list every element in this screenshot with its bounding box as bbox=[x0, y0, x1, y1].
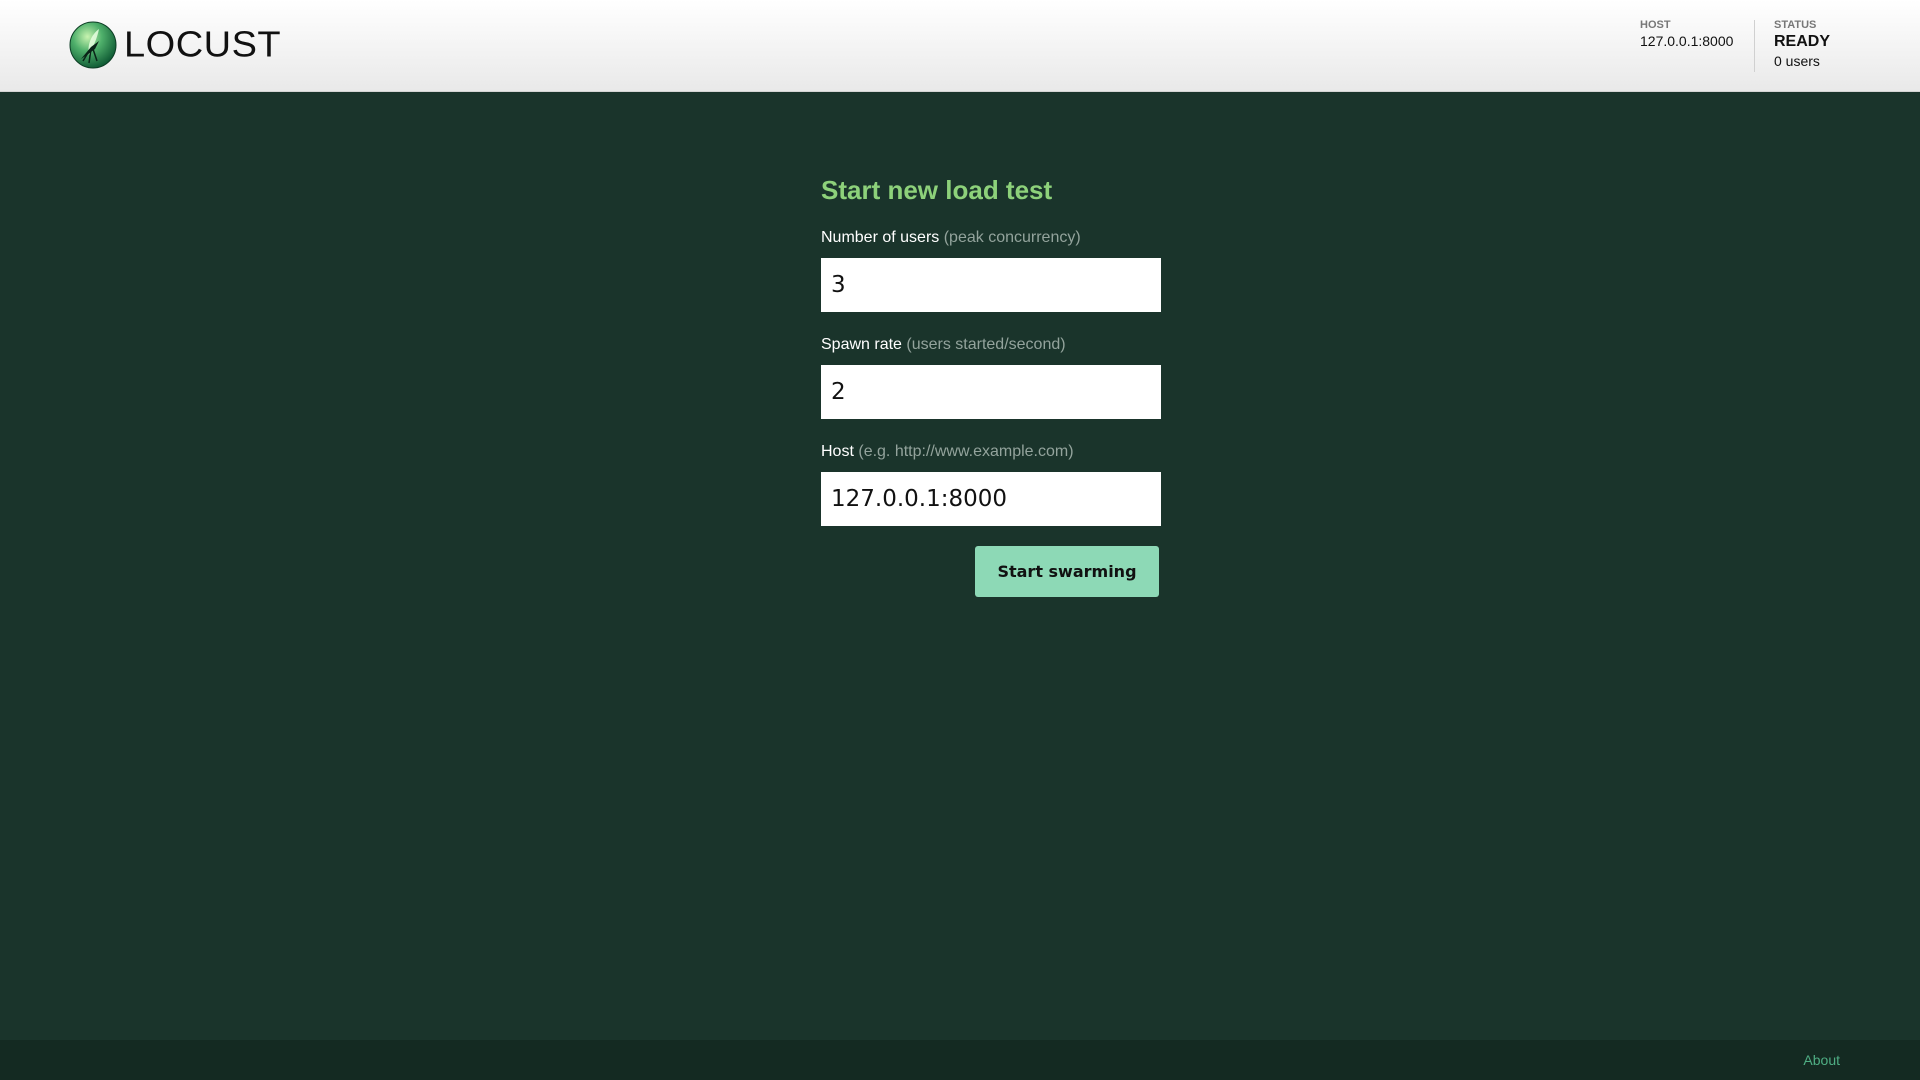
host-stat: HOST 127.0.0.1:8000 bbox=[1640, 19, 1733, 50]
users-label-text: Number of users bbox=[821, 229, 940, 246]
users-label: Number of users (peak concurrency) bbox=[821, 228, 1161, 248]
host-input[interactable] bbox=[821, 472, 1161, 526]
spawn-rate-label-text: Spawn rate bbox=[821, 336, 902, 353]
host-label-text: Host bbox=[821, 443, 854, 460]
host-stat-label: HOST bbox=[1640, 19, 1671, 31]
logo-text: LOCUST bbox=[124, 25, 282, 65]
status-stat: STATUS READY 0 users bbox=[1774, 19, 1830, 70]
footer: About bbox=[0, 1040, 1920, 1080]
locust-logo[interactable]: LOCUST bbox=[69, 21, 281, 69]
status-stat-label: STATUS bbox=[1774, 19, 1817, 31]
form-actions: Start swarming bbox=[821, 546, 1161, 597]
host-label-hint: (e.g. http://www.example.com) bbox=[858, 443, 1074, 460]
status-stat-value: READY bbox=[1774, 33, 1831, 50]
spawn-rate-label: Spawn rate (users started/second) bbox=[821, 335, 1161, 355]
stat-divider bbox=[1754, 20, 1755, 72]
form-title: Start new load test bbox=[821, 175, 1053, 205]
user-count: 0 users bbox=[1774, 53, 1820, 69]
host-stat-value: 127.0.0.1:8000 bbox=[1640, 33, 1734, 49]
users-label-hint: (peak concurrency) bbox=[943, 229, 1081, 246]
locust-logo-icon bbox=[69, 21, 117, 69]
start-swarming-button[interactable]: Start swarming bbox=[975, 546, 1159, 597]
about-link[interactable]: About bbox=[1803, 1052, 1840, 1068]
spawn-rate-label-hint: (users started/second) bbox=[906, 336, 1066, 353]
users-input[interactable] bbox=[821, 258, 1161, 312]
host-label: Host (e.g. http://www.example.com) bbox=[821, 442, 1161, 462]
spawn-rate-input[interactable] bbox=[821, 365, 1161, 419]
start-test-form: Start new load test Number of users (pea… bbox=[821, 172, 1161, 597]
top-header: LOCUST HOST 127.0.0.1:8000 STATUS READY … bbox=[0, 0, 1920, 92]
